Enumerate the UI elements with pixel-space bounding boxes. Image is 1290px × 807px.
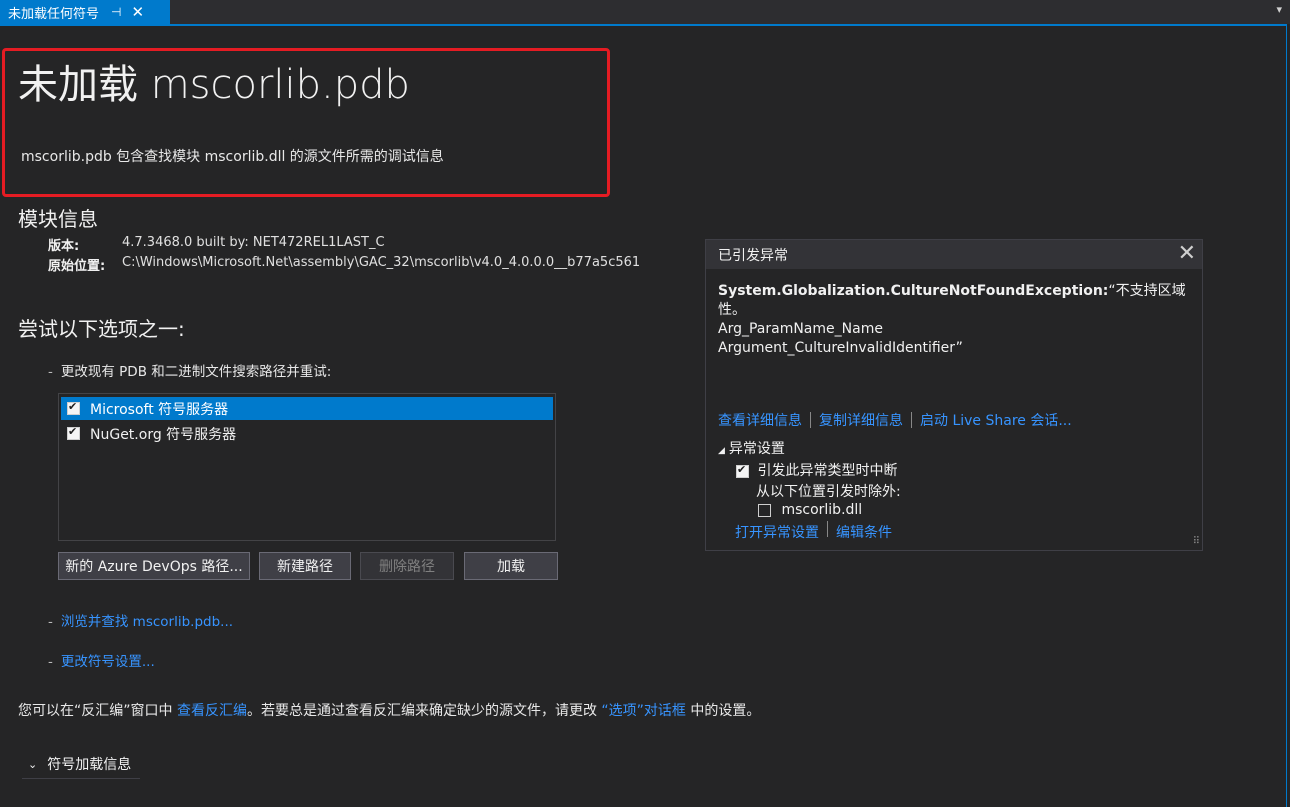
new-azure-devops-path-button[interactable]: 新的 Azure DevOps 路径... <box>58 552 250 580</box>
checkbox[interactable] <box>67 425 80 440</box>
symbol-server-list[interactable]: Microsoft 符号服务器 NuGet.org 符号服务器 <box>58 393 556 541</box>
location-value: C:\Windows\Microsoft.Net\assembly\GAC_32… <box>122 255 641 270</box>
close-tab-icon[interactable]: ✕ <box>131 3 144 21</box>
checkbox[interactable] <box>67 400 80 415</box>
except-module-label: mscorlib.dll <box>781 502 863 518</box>
page-subtitle: mscorlib.pdb 包含查找模块 mscorlib.dll 的源文件所需的… <box>21 149 444 165</box>
link-separator <box>827 521 828 537</box>
hint-text-after: 中的设置。 <box>685 703 761 719</box>
edit-conditions-link[interactable]: 编辑条件 <box>836 525 892 541</box>
except-from-label: 从以下位置引发时除外: <box>756 484 901 500</box>
link-separator <box>911 412 912 428</box>
exception-settings-header[interactable]: ◢ 异常设置 <box>718 438 901 458</box>
symbol-settings-item: - 更改符号设置... <box>48 654 155 670</box>
popup-header: 已引发异常 ✕ <box>706 240 1202 269</box>
settings-header-label: 异常设置 <box>728 441 785 457</box>
change-paths-label: 更改现有 PDB 和二进制文件搜索路径并重试: <box>60 364 332 380</box>
hint-text-mid: 。若要总是通过查看反汇编来确定缺少的源文件，请更改 <box>246 703 602 719</box>
message-line: Arg_ParamName_Name <box>718 321 883 337</box>
change-symbol-settings-link[interactable]: 更改符号设置... <box>61 654 155 670</box>
collapse-triangle-icon: ◢ <box>718 446 725 456</box>
message-line: 性。 <box>718 302 746 318</box>
new-path-button[interactable]: 新建路径 <box>259 552 351 580</box>
browse-item: - 浏览并查找 mscorlib.pdb... <box>48 614 234 630</box>
exception-message: System.Globalization.CultureNotFoundExce… <box>718 282 1188 358</box>
list-item[interactable]: NuGet.org 符号服务器 <box>61 422 553 445</box>
symbol-load-info-expander[interactable]: ⌄ 符号加载信息 <box>22 750 140 779</box>
open-exception-settings-link[interactable]: 打开异常设置 <box>735 525 819 541</box>
popup-title: 已引发异常 <box>718 247 788 264</box>
chevron-down-icon: ⌄ <box>28 757 38 771</box>
page-title: 未加载 mscorlib.pdb <box>18 62 410 108</box>
settings-links: 打开异常设置 编辑条件 <box>735 521 901 542</box>
tab-dropdown-icon[interactable]: ▾ <box>1276 3 1282 16</box>
exception-popup: 已引发异常 ✕ System.Globalization.CultureNotF… <box>705 239 1203 551</box>
tab-accent-line <box>0 24 1287 26</box>
break-when-thrown-label: 引发此异常类型时中断 <box>757 463 898 479</box>
exception-settings: ◢异常设置 引发此异常类型时中断 从以下位置引发时除外: mscorlib.dl… <box>718 438 901 542</box>
change-paths-item: - 更改现有 PDB 和二进制文件搜索路径并重试: <box>48 364 332 380</box>
version-label: 版本: <box>48 239 80 254</box>
hint-text-before: 您可以在“反汇编”窗口中 <box>18 703 177 719</box>
view-disassembly-link[interactable]: 查看反汇编 <box>177 703 247 719</box>
except-module-row[interactable]: mscorlib.dll <box>758 502 901 518</box>
list-item-label: Microsoft 符号服务器 <box>90 401 229 418</box>
version-value: 4.7.3468.0 built by: NET472REL1LAST_C <box>122 235 385 250</box>
window-border <box>1286 24 1287 807</box>
copy-details-link[interactable]: 复制详细信息 <box>819 410 903 430</box>
document-tab[interactable]: 未加载任何符号 ⊣ ✕ <box>0 0 170 24</box>
break-when-thrown-checkbox[interactable] <box>736 463 749 478</box>
resize-grip-icon[interactable]: ⠿ <box>1193 536 1200 547</box>
disassembly-hint: 您可以在“反汇编”窗口中 查看反汇编。若要总是通过查看反汇编来确定缺少的源文件，… <box>18 700 760 720</box>
document-tab-strip <box>0 0 1290 24</box>
link-separator <box>810 412 811 428</box>
location-label: 原始位置: <box>48 259 106 274</box>
list-item[interactable]: Microsoft 符号服务器 <box>61 397 553 420</box>
browse-pdb-link[interactable]: 浏览并查找 mscorlib.pdb... <box>61 614 233 630</box>
message-line: Argument_CultureInvalidIdentifier” <box>718 340 963 356</box>
module-info-heading: 模块信息 <box>18 207 98 231</box>
delete-path-button: 删除路径 <box>360 552 454 580</box>
options-dialog-link[interactable]: “选项”对话框 <box>601 703 686 719</box>
message-line: “不支持区域 <box>1108 283 1186 299</box>
start-live-share-link[interactable]: 启动 Live Share 会话... <box>920 410 1072 430</box>
load-button[interactable]: 加载 <box>464 552 558 580</box>
exception-type: System.Globalization.CultureNotFoundExce… <box>718 283 1109 299</box>
options-heading: 尝试以下选项之一: <box>18 317 185 341</box>
exception-links: 查看详细信息 复制详细信息 启动 Live Share 会话... <box>718 410 1072 430</box>
except-module-checkbox[interactable] <box>758 503 771 517</box>
expander-label: 符号加载信息 <box>47 757 132 773</box>
view-details-link[interactable]: 查看详细信息 <box>718 410 802 430</box>
break-when-thrown-row[interactable]: 引发此异常类型时中断 <box>736 460 901 480</box>
close-icon[interactable]: ✕ <box>1178 241 1196 266</box>
list-item-label: NuGet.org 符号服务器 <box>90 426 237 443</box>
tab-title: 未加载任何符号 <box>8 6 100 22</box>
pin-icon[interactable]: ⊣ <box>111 5 121 19</box>
